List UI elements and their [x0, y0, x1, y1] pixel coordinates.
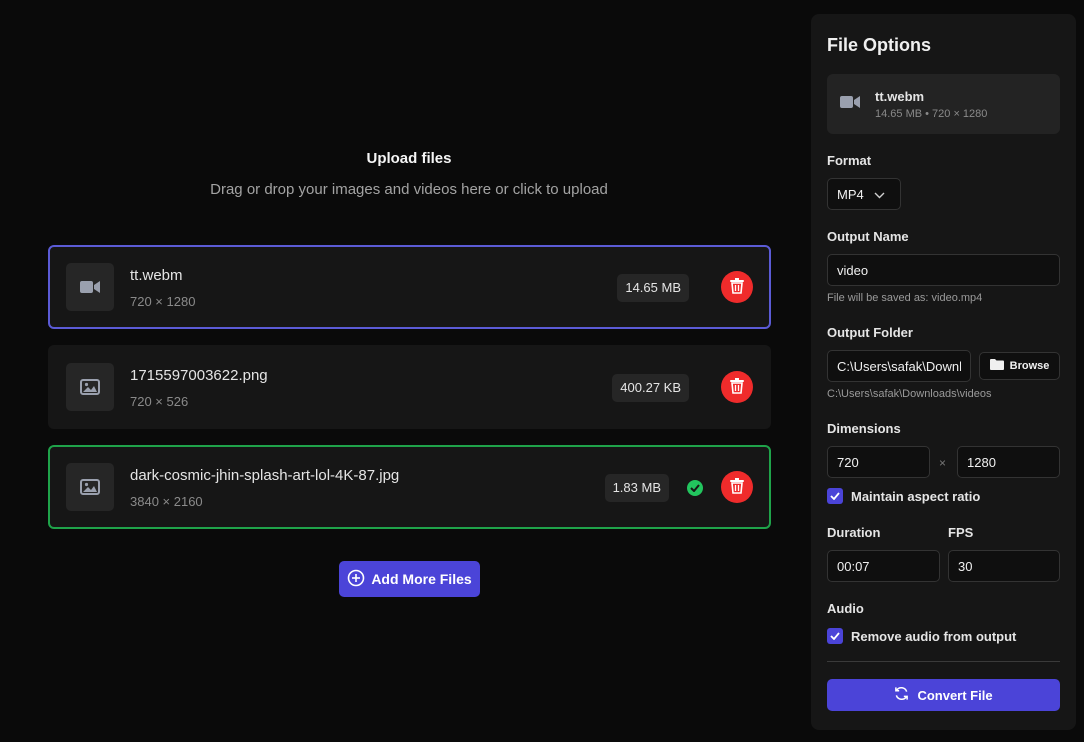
- panel-title: File Options: [827, 35, 932, 55]
- output-folder-input[interactable]: [827, 350, 971, 382]
- format-label: Format: [827, 153, 872, 168]
- remove-audio-label: Remove audio from output: [851, 628, 1017, 644]
- file-options-panel: File Options tt.webm 14.65 MB • 720 × 12…: [811, 14, 1076, 730]
- file-card-jpg[interactable]: dark-cosmic-jhin-splash-art-lol-4K-87.jp…: [48, 445, 771, 529]
- trash-icon: [730, 377, 744, 397]
- output-name-input[interactable]: [827, 254, 1060, 286]
- current-file-card: tt.webm 14.65 MB • 720 × 1280: [827, 74, 1060, 134]
- checkbox-checked-icon: [827, 488, 843, 504]
- height-input[interactable]: [957, 446, 1060, 478]
- trash-icon: [730, 477, 744, 497]
- add-more-files-button[interactable]: Add More Files: [339, 561, 480, 597]
- format-value: MP4: [837, 186, 864, 202]
- dimensions-label: Dimensions: [827, 421, 901, 436]
- fps-input[interactable]: [948, 550, 1060, 582]
- file-name: 1715597003622.png: [130, 367, 268, 384]
- divider: [827, 661, 1060, 662]
- delete-button[interactable]: [721, 271, 753, 303]
- file-dimensions: 3840 × 2160: [130, 494, 203, 509]
- image-icon: [66, 463, 114, 511]
- video-icon: [839, 94, 861, 115]
- image-icon: [66, 363, 114, 411]
- browse-label: Browse: [1009, 360, 1050, 372]
- add-more-files-label: Add More Files: [371, 571, 472, 587]
- upload-dropzone[interactable]: Upload files Drag or drop your images an…: [48, 150, 770, 198]
- upload-title: Upload files: [366, 150, 452, 167]
- output-name-hint: File will be saved as: video.mp4: [827, 292, 983, 304]
- current-file-meta: 14.65 MB • 720 × 1280: [875, 108, 988, 120]
- trash-icon: [730, 277, 744, 297]
- video-icon: [66, 263, 114, 311]
- file-name: tt.webm: [130, 267, 183, 284]
- duration-input[interactable]: [827, 550, 940, 582]
- current-file-name: tt.webm: [875, 89, 925, 104]
- upload-subtitle: Drag or drop your images and videos here…: [210, 181, 608, 198]
- dimensions-separator: ×: [939, 456, 947, 470]
- output-folder-hint: C:\Users\safak\Downloads\videos: [827, 388, 992, 400]
- plus-circle-icon: [347, 569, 365, 590]
- file-card-tt-webm[interactable]: tt.webm 720 × 1280 14.65 MB: [48, 245, 771, 329]
- output-folder-label: Output Folder: [827, 325, 913, 340]
- file-name: dark-cosmic-jhin-splash-art-lol-4K-87.jp…: [130, 467, 400, 484]
- browse-button[interactable]: Browse: [979, 352, 1060, 380]
- folder-icon: [989, 359, 1004, 373]
- width-input[interactable]: [827, 446, 930, 478]
- chevron-down-icon: [874, 187, 885, 202]
- output-name-label: Output Name: [827, 229, 909, 244]
- convert-file-label: Convert File: [917, 687, 993, 703]
- format-select[interactable]: MP4: [827, 178, 901, 210]
- audio-label: Audio: [827, 601, 864, 616]
- file-size-badge: 400.27 KB: [612, 374, 689, 402]
- delete-button[interactable]: [721, 371, 753, 403]
- convert-file-button[interactable]: Convert File: [827, 679, 1060, 711]
- file-dimensions: 720 × 1280: [130, 294, 196, 309]
- maintain-aspect-label: Maintain aspect ratio: [851, 488, 981, 504]
- maintain-aspect-checkbox[interactable]: Maintain aspect ratio: [827, 488, 980, 504]
- checkbox-checked-icon: [827, 628, 843, 644]
- check-circle-icon: [687, 480, 703, 496]
- delete-button[interactable]: [721, 471, 753, 503]
- refresh-icon: [894, 686, 909, 704]
- duration-label: Duration: [827, 525, 881, 540]
- file-dimensions: 720 × 526: [130, 394, 189, 409]
- file-size-badge: 1.83 MB: [604, 474, 669, 502]
- file-card-png[interactable]: 1715597003622.png 720 × 526 400.27 KB: [48, 345, 771, 429]
- remove-audio-checkbox[interactable]: Remove audio from output: [827, 628, 1016, 644]
- fps-label: FPS: [948, 525, 974, 540]
- file-size-badge: 14.65 MB: [617, 274, 689, 302]
